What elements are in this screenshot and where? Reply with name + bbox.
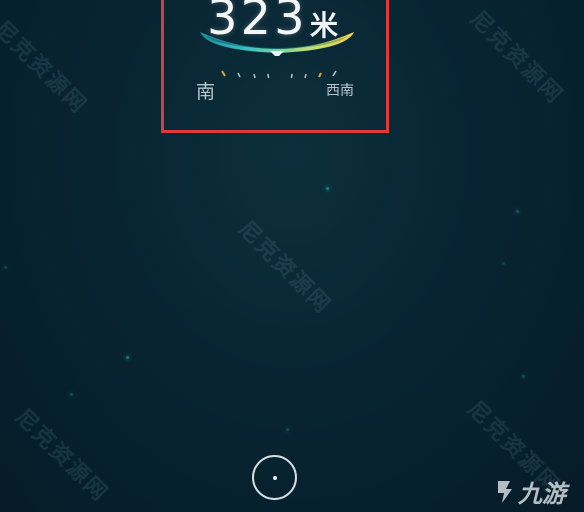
glow-particle [516,210,519,213]
locate-button[interactable] [252,455,297,500]
glow-particle [126,356,129,359]
watermark-text: 尼克资源网 [0,16,92,120]
glow-particle [286,428,289,431]
watermark-text: 尼克资源网 [464,6,568,110]
locate-dot-icon [272,475,277,480]
brand-logo-text: 九游 [518,480,566,508]
brand-mark-icon [498,480,512,503]
watermark-text: 尼克资源网 [232,216,336,320]
glow-particle [326,187,329,190]
glow-particle [4,266,7,269]
glow-particle [70,393,73,396]
highlight-annotation-box [161,0,389,133]
watermark-text: 尼克资源网 [9,404,113,508]
glow-particle [522,375,525,378]
glow-particle [502,262,505,265]
brand-logo: 九游 [494,474,566,509]
